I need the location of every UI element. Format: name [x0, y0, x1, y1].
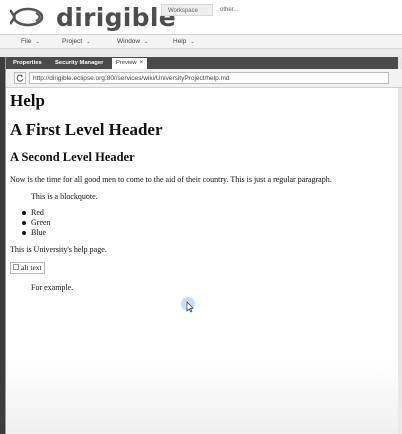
tab-properties[interactable]: Properties: [9, 58, 46, 69]
second-level-header: A Second Level Header: [10, 150, 135, 164]
list-item-label: Blue: [31, 228, 47, 237]
menu-help-label: Help: [173, 38, 187, 45]
menu-project[interactable]: Project ⌄: [62, 35, 90, 49]
blimp-logo-icon: [10, 7, 44, 27]
refresh-button[interactable]: [14, 72, 26, 84]
color-list: Red Green Blue: [10, 208, 51, 238]
menu-window[interactable]: Window ⌄: [117, 35, 148, 49]
brand-name: dirigible: [56, 3, 176, 32]
chevron-down-icon: ⌄: [35, 39, 40, 45]
tab-preview-label: Preview: [116, 60, 137, 66]
menu-window-label: Window: [117, 38, 141, 45]
view-tab-bar: Properties Security Manager Preview ×: [6, 57, 402, 69]
help-paragraph: This is University's help page.: [10, 245, 107, 254]
broken-image: alt text: [10, 262, 45, 274]
chevron-down-icon: ⌄: [190, 39, 195, 45]
address-bar: [6, 69, 402, 88]
close-icon[interactable]: ×: [140, 60, 144, 66]
perspective-tab-workspace[interactable]: Workspace: [161, 4, 213, 16]
list-item: Green: [10, 218, 51, 228]
page-title: Help: [10, 91, 45, 110]
menu-file[interactable]: File ⌄: [21, 35, 40, 49]
tab-security-manager[interactable]: Security Manager: [51, 58, 107, 69]
menu-file-label: File: [21, 38, 32, 45]
blockquote: This is a blockquote.: [31, 192, 98, 201]
brand-header: dirigible Workspace other...: [0, 0, 402, 34]
list-item: Blue: [10, 228, 51, 238]
perspective-tab-other[interactable]: other...: [214, 4, 254, 16]
bullet-icon: [22, 221, 26, 225]
toolbar-strip: [0, 49, 402, 57]
list-item-label: Red: [31, 208, 44, 217]
chevron-down-icon: ⌄: [86, 39, 91, 45]
list-item-label: Green: [31, 218, 51, 227]
first-level-header: A First Level Header: [10, 120, 163, 139]
refresh-icon: [16, 74, 24, 82]
regular-paragraph: Now is the time for all good men to come…: [10, 175, 332, 184]
menu-help[interactable]: Help ⌄: [173, 35, 195, 49]
bullet-icon: [22, 211, 26, 215]
chevron-down-icon: ⌄: [144, 39, 149, 45]
broken-image-icon: [13, 264, 19, 271]
bullet-icon: [22, 231, 26, 235]
mouse-cursor-icon: [181, 297, 195, 313]
list-item: Red: [10, 208, 51, 218]
example-text: For example.: [31, 283, 74, 292]
tab-preview[interactable]: Preview ×: [112, 58, 148, 69]
menu-bar: File ⌄ Project ⌄ Window ⌄ Help ⌄: [0, 34, 402, 49]
image-alt-text: alt text: [21, 263, 42, 272]
bottom-fade: [6, 360, 402, 434]
menu-project-label: Project: [62, 38, 83, 45]
url-input[interactable]: [29, 72, 389, 84]
